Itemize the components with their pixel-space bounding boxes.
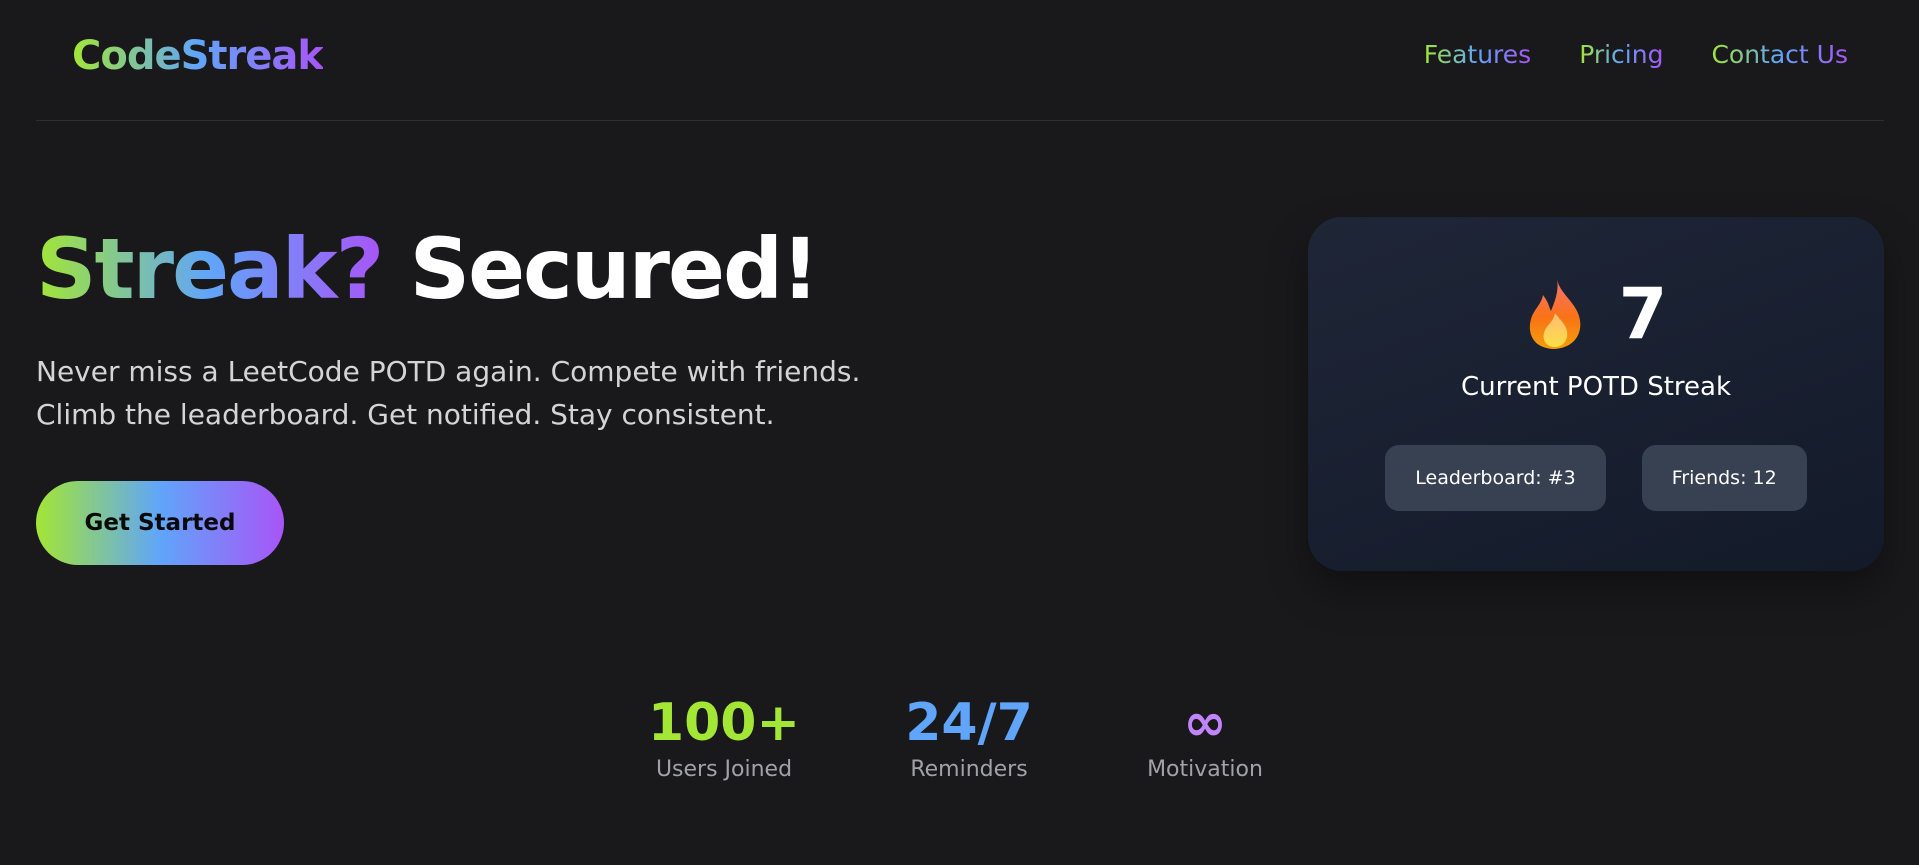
streak-chips: Leaderboard: #3 Friends: 12 <box>1308 445 1884 511</box>
stat-label: Motivation <box>1147 757 1263 782</box>
get-started-button[interactable]: Get Started <box>36 481 284 565</box>
streak-label: Current POTD Streak <box>1460 372 1732 402</box>
streak-row: 7 <box>1308 277 1884 351</box>
nav-link-features[interactable]: Features <box>1424 40 1532 69</box>
stat-label: Reminders <box>910 757 1028 782</box>
top-navbar: CodeStreak Features Pricing Contact Us <box>36 0 1884 121</box>
stat-reminders: 24/7 Reminders <box>849 693 1089 782</box>
stat-value: 100+ <box>647 693 801 753</box>
nav-links: Features Pricing Contact Us <box>1424 40 1848 69</box>
logo[interactable]: CodeStreak <box>72 33 324 79</box>
hero-title: Streak? Secured! <box>36 220 820 318</box>
stat-users-joined: 100+ Users Joined <box>604 693 844 782</box>
stat-label: Users Joined <box>655 757 793 782</box>
streak-count: 7 <box>1618 273 1668 355</box>
nav-link-contact-us[interactable]: Contact Us <box>1711 40 1848 69</box>
hero-title-rest: Secured! <box>382 220 820 318</box>
friends-badge: Friends: 12 <box>1641 445 1807 511</box>
stat-value: 24/7 <box>905 693 1033 753</box>
flame-icon <box>1529 279 1580 349</box>
stat-motivation: ∞ Motivation <box>1085 693 1325 782</box>
nav-link-pricing[interactable]: Pricing <box>1579 40 1663 69</box>
hero-title-highlight: Streak? <box>36 220 384 318</box>
hero-subtitle: Never miss a LeetCode POTD again. Compet… <box>36 355 861 431</box>
stats-row: 100+ Users Joined 24/7 Reminders ∞ Motiv… <box>0 693 1919 813</box>
stat-value: ∞ <box>1183 693 1227 753</box>
streak-card: 7 Current POTD Streak Leaderboard: #3 Fr… <box>1308 217 1884 571</box>
leaderboard-badge: Leaderboard: #3 <box>1385 445 1606 511</box>
